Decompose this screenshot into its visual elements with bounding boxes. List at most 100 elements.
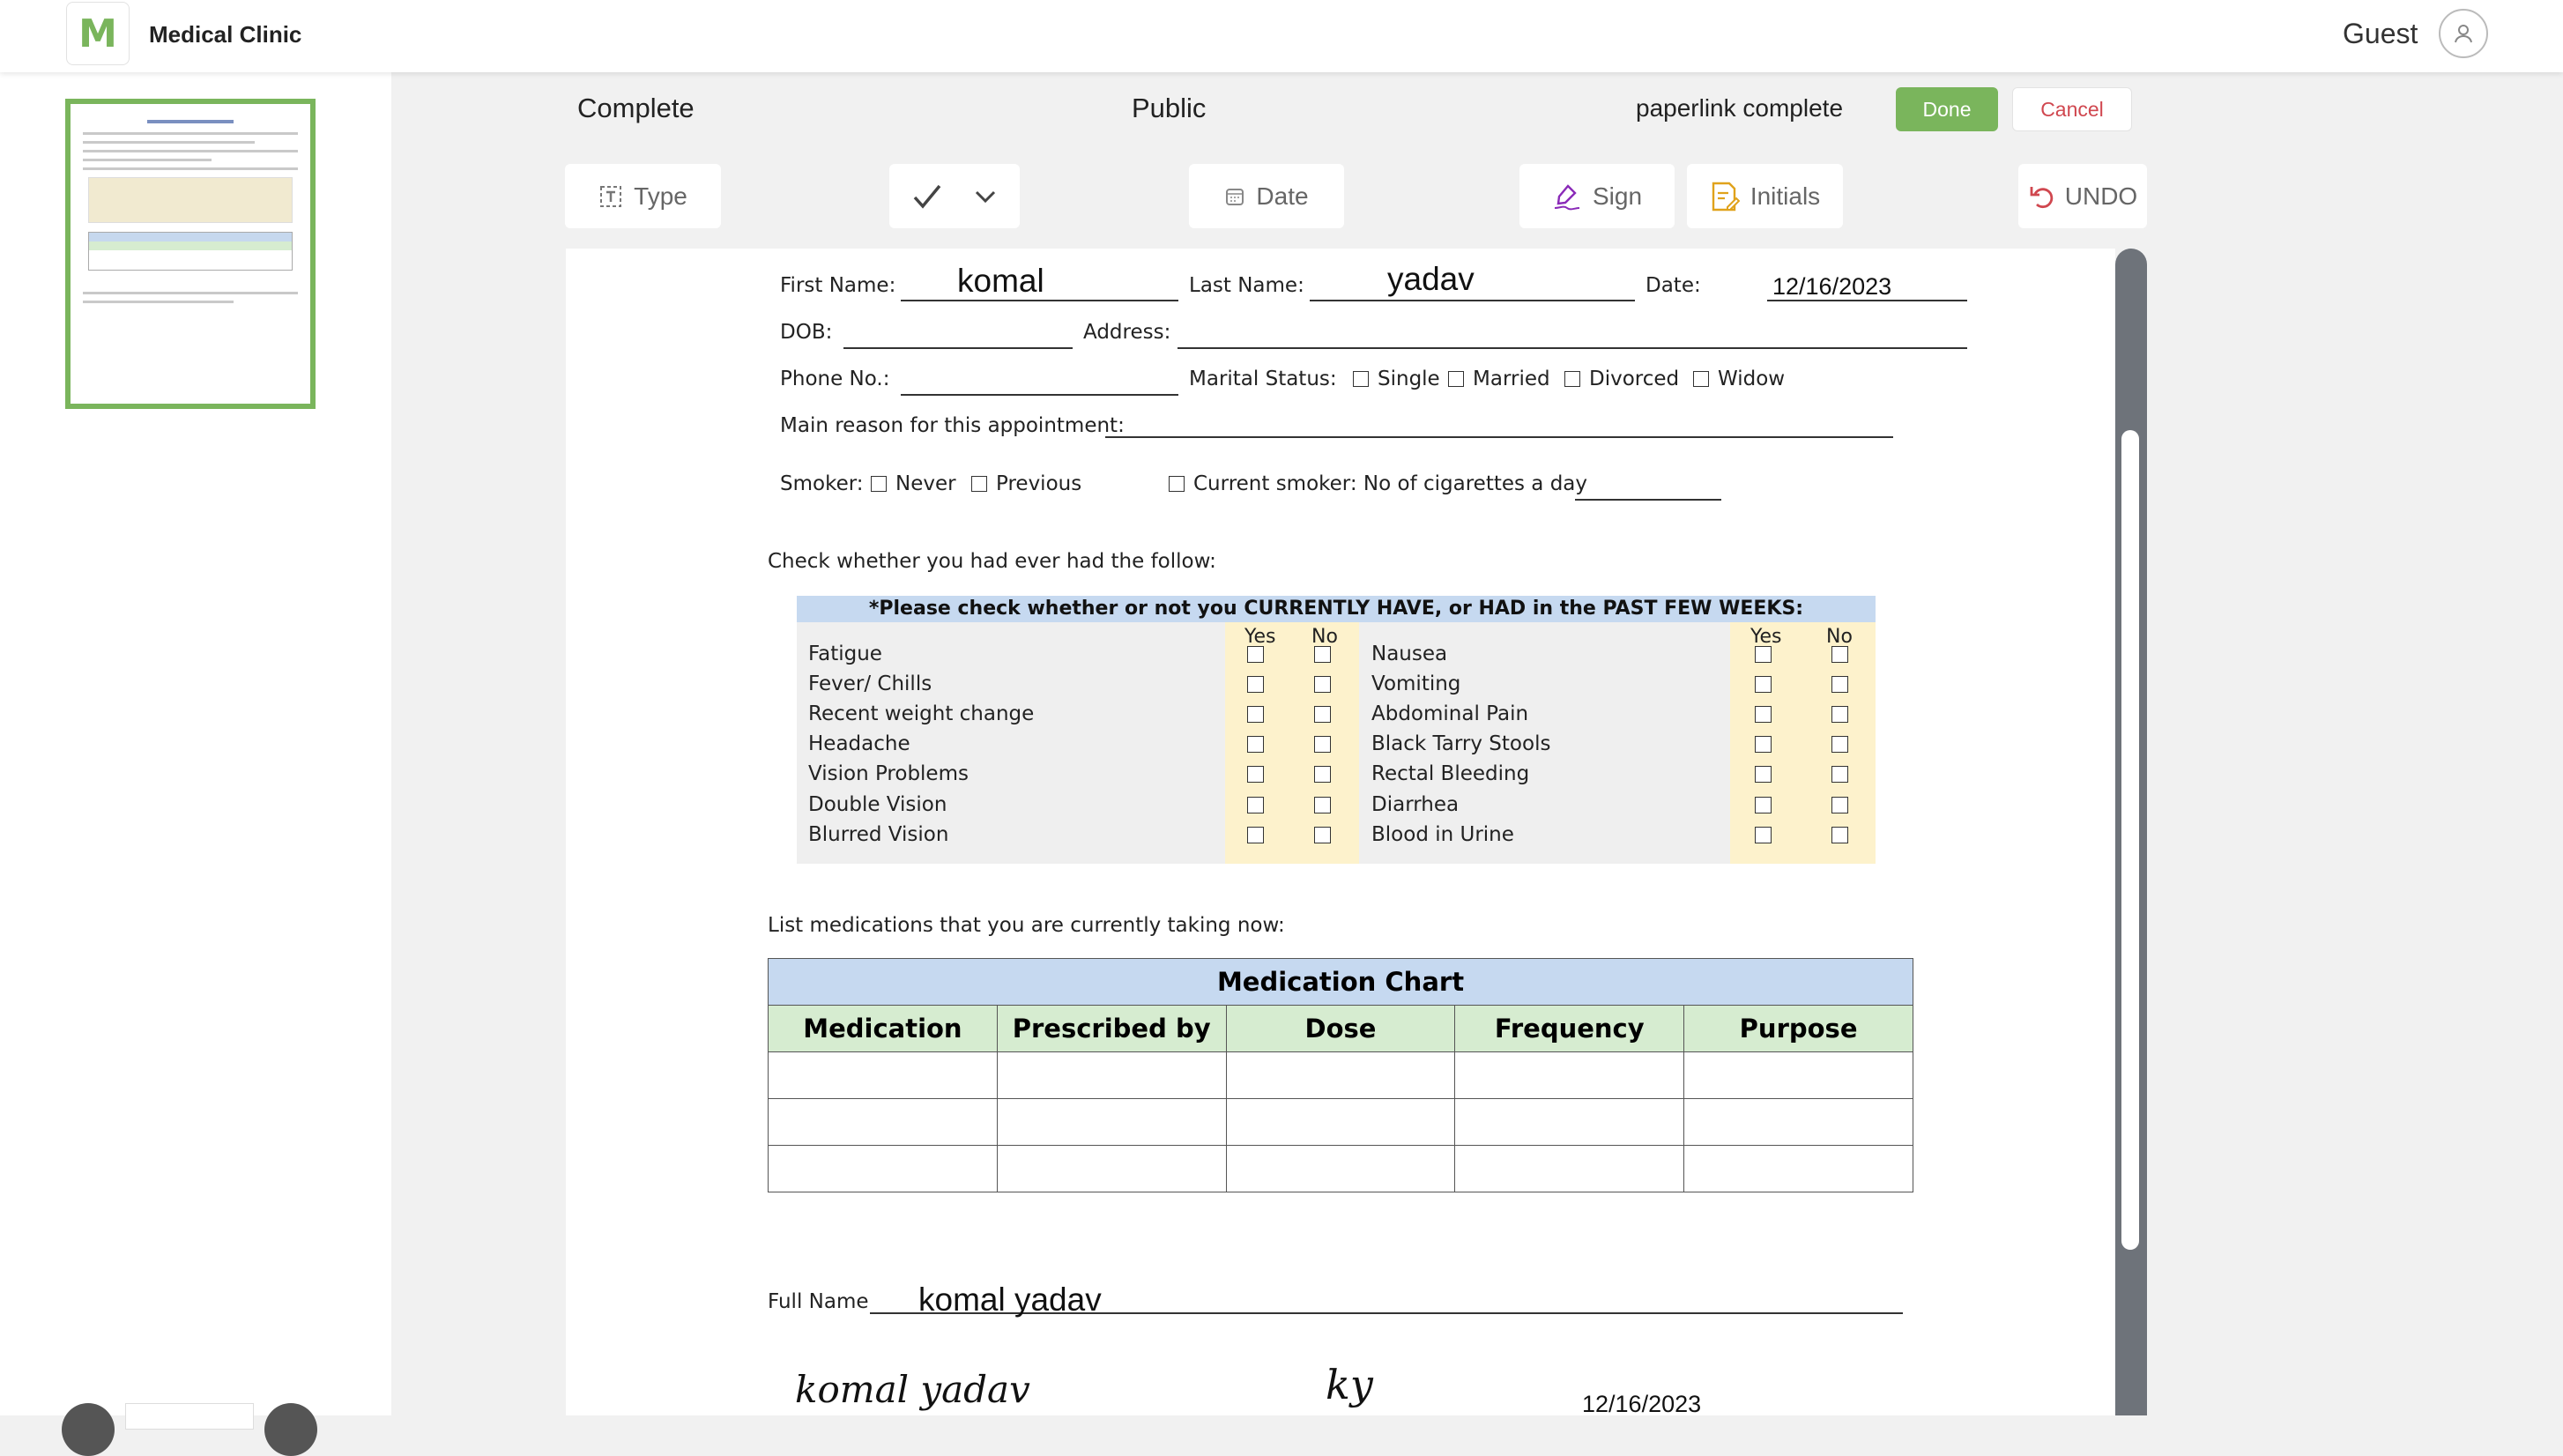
sign-tool-label: Sign xyxy=(1592,182,1643,210)
first-name-label: First Name: xyxy=(780,274,896,297)
signature-pen-icon xyxy=(1554,183,1580,210)
dob-line[interactable] xyxy=(843,347,1073,349)
phone-line[interactable] xyxy=(901,394,1178,396)
symptom-yes-checkbox[interactable] xyxy=(1755,676,1772,693)
column-header-prescribed-by: Prescribed by xyxy=(996,1005,1227,1052)
symptom-no-checkbox[interactable] xyxy=(1831,646,1848,663)
smoker-option-previous[interactable]: Previous xyxy=(971,472,1081,495)
checkbox[interactable] xyxy=(1353,371,1369,387)
paperlink-status: paperlink complete xyxy=(1636,94,1844,122)
symptom-no-checkbox[interactable] xyxy=(1831,736,1848,753)
marital-option-married[interactable]: Married xyxy=(1448,368,1550,390)
scrollbar-thumb[interactable] xyxy=(2121,430,2139,1250)
symptom-no-checkbox[interactable] xyxy=(1314,736,1331,753)
initials-tool-label: Initials xyxy=(1750,182,1821,210)
symptom-no-checkbox[interactable] xyxy=(1831,706,1848,723)
check-icon xyxy=(913,184,941,209)
symptom-yes-checkbox[interactable] xyxy=(1247,736,1264,753)
symptom-yes-checkbox[interactable] xyxy=(1247,676,1264,693)
appointment-reason-line[interactable] xyxy=(1105,436,1893,438)
symptom-yes-checkbox[interactable] xyxy=(1755,827,1772,843)
table-row xyxy=(768,1145,1913,1192)
top-bar: M Medical Clinic Guest xyxy=(0,0,2563,72)
last-name-line xyxy=(1310,300,1635,301)
full-name-value[interactable]: komal yadav xyxy=(918,1281,1102,1319)
first-name-line xyxy=(901,300,1178,301)
initials-signature[interactable]: ky xyxy=(1326,1361,1373,1408)
symptom-yes-checkbox[interactable] xyxy=(1755,646,1772,663)
symptom-yes-checkbox[interactable] xyxy=(1755,766,1772,783)
symptom-yes-checkbox[interactable] xyxy=(1755,706,1772,723)
page-thumbnail[interactable] xyxy=(65,99,316,409)
cancel-button[interactable]: Cancel xyxy=(2012,87,2132,131)
signed-date[interactable]: 12/16/2023 xyxy=(1582,1391,1701,1415)
checkbox[interactable] xyxy=(1564,371,1580,387)
symptom-no-checkbox[interactable] xyxy=(1314,676,1331,693)
done-button[interactable]: Done xyxy=(1896,87,1998,131)
dob-label: DOB: xyxy=(780,321,833,344)
marital-status-label: Marital Status: xyxy=(1189,368,1337,390)
symptom-no-checkbox[interactable] xyxy=(1831,766,1848,783)
symptoms-intro: Check whether you had ever had the follo… xyxy=(768,550,1216,573)
symptom-no-checkbox[interactable] xyxy=(1314,827,1331,843)
symptom-no-checkbox[interactable] xyxy=(1314,646,1331,663)
sign-tool-button[interactable]: Sign xyxy=(1519,164,1675,228)
symptom-yes-checkbox[interactable] xyxy=(1247,646,1264,663)
symptom-no-checkbox[interactable] xyxy=(1314,706,1331,723)
symptom-no-checkbox[interactable] xyxy=(1831,676,1848,693)
app-logo[interactable]: M xyxy=(66,2,130,65)
symptom-no-checkbox[interactable] xyxy=(1831,797,1848,813)
avatar[interactable] xyxy=(2439,9,2488,58)
no-header-right: No xyxy=(1826,626,1853,648)
chevron-down-icon[interactable] xyxy=(974,189,997,204)
undo-button[interactable]: UNDO xyxy=(2018,164,2147,228)
no-header-left: No xyxy=(1311,626,1338,648)
symptom-yes-checkbox[interactable] xyxy=(1247,706,1264,723)
symptom-no-checkbox[interactable] xyxy=(1314,797,1331,813)
signature[interactable]: komal yadav xyxy=(795,1368,1030,1411)
date-value[interactable]: 12/16/2023 xyxy=(1772,273,1891,301)
symptom-yes-checkbox[interactable] xyxy=(1247,797,1264,813)
checkbox[interactable] xyxy=(1693,371,1709,387)
symptom-no-checkbox[interactable] xyxy=(1831,827,1848,843)
address-label: Address: xyxy=(1083,321,1171,344)
page-number-input[interactable] xyxy=(125,1403,254,1430)
medication-chart: Medication Chart Medication Prescribed b… xyxy=(768,958,1913,1192)
checkbox[interactable] xyxy=(1169,476,1185,492)
symptom-yes-checkbox[interactable] xyxy=(1755,797,1772,813)
cigarettes-line[interactable] xyxy=(1575,499,1721,501)
prev-page-button[interactable] xyxy=(62,1403,115,1456)
marital-option-widow[interactable]: Widow xyxy=(1693,368,1785,390)
address-line[interactable] xyxy=(1177,347,1967,349)
symptom-yes-checkbox[interactable] xyxy=(1755,736,1772,753)
date-tool-label: Date xyxy=(1256,182,1309,210)
marital-option-single[interactable]: Single xyxy=(1353,368,1440,390)
symptom-label: Recent weight change xyxy=(808,702,1035,725)
column-header-frequency: Frequency xyxy=(1454,1005,1685,1052)
last-name-label: Last Name: xyxy=(1189,274,1304,297)
date-tool-button[interactable]: Date xyxy=(1189,164,1344,228)
checkmark-tool-button[interactable] xyxy=(889,164,1020,228)
yes-header-left: Yes xyxy=(1244,626,1276,648)
checkbox[interactable] xyxy=(1448,371,1464,387)
phone-label: Phone No.: xyxy=(780,368,890,390)
symptom-no-checkbox[interactable] xyxy=(1314,766,1331,783)
marital-option-divorced[interactable]: Divorced xyxy=(1564,368,1679,390)
symptoms-header: *Please check whether or not you CURRENT… xyxy=(797,596,1876,622)
symptom-yes-checkbox[interactable] xyxy=(1247,827,1264,843)
last-name-value[interactable]: yadav xyxy=(1387,261,1475,298)
next-page-button[interactable] xyxy=(264,1403,317,1456)
first-name-value[interactable]: komal xyxy=(957,263,1044,300)
table-row xyxy=(768,1051,1913,1099)
type-tool-button[interactable]: Type xyxy=(565,164,721,228)
initials-tool-button[interactable]: Initials xyxy=(1687,164,1843,228)
symptom-label: Abdominal Pain xyxy=(1371,702,1529,725)
symptom-label: Blood in Urine xyxy=(1371,823,1514,846)
checkbox[interactable] xyxy=(971,476,987,492)
undo-icon xyxy=(2030,186,2053,208)
smoker-option-never[interactable]: Never xyxy=(871,472,956,495)
symptom-yes-checkbox[interactable] xyxy=(1247,766,1264,783)
smoker-option-current[interactable]: Current smoker: No of cigarettes a day xyxy=(1169,472,1587,495)
logo-letter: M xyxy=(78,11,117,56)
checkbox[interactable] xyxy=(871,476,887,492)
